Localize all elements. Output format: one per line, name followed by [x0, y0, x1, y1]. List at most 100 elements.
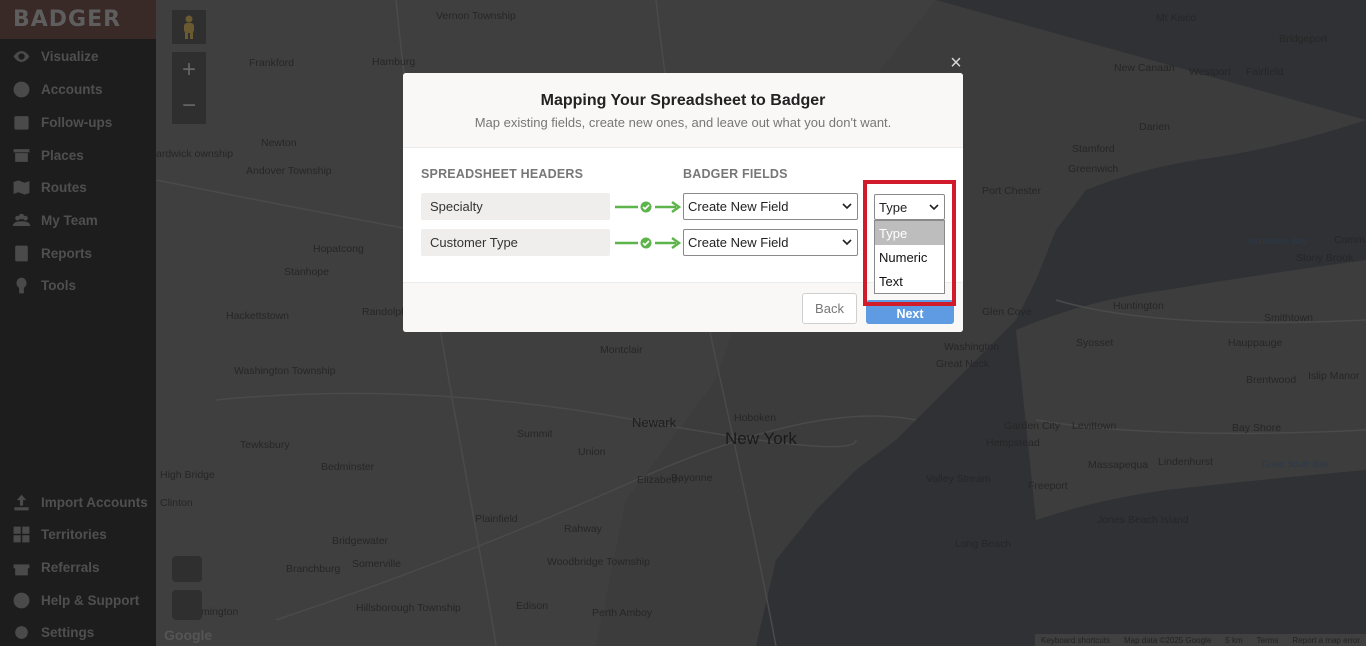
sidebar-item-places[interactable]: Places — [0, 140, 156, 170]
map-label: Andover Township — [246, 165, 332, 177]
sidebar-item-label: Territories — [41, 526, 107, 542]
mapping-arrow-icon — [615, 200, 682, 214]
map-label: Garden City — [1004, 420, 1061, 432]
spreadsheet-header-cell: Specialty — [421, 193, 610, 220]
store-icon — [11, 145, 31, 165]
grid-icon — [11, 524, 31, 544]
sidebar-item-visualize[interactable]: Visualize — [0, 41, 156, 71]
map-label: Tewksbury — [240, 439, 290, 451]
sidebar: BADGER Visualize Accounts Follow-ups Pla… — [0, 0, 156, 646]
map-label: Stanhope — [284, 266, 329, 278]
spreadsheet-header-cell: Customer Type — [421, 229, 610, 256]
field-type-select[interactable]: Type — [874, 194, 945, 220]
map-label: Hackettstown — [226, 310, 290, 322]
map-label: Perth Amboy — [592, 607, 653, 619]
badger-field-select[interactable]: Create New Field — [683, 229, 858, 256]
map-label: Great Neck — [936, 358, 990, 370]
google-logo: Google — [164, 627, 213, 643]
dropdown-option-type[interactable]: Type — [875, 221, 944, 245]
map-label: Hillsborough Township — [356, 602, 461, 614]
user-icon — [11, 79, 31, 99]
map-label: Levittown — [1072, 420, 1117, 432]
zoom-out-button[interactable]: − — [172, 88, 206, 124]
map-label: Clinton — [160, 497, 193, 509]
calendar-icon — [11, 112, 31, 132]
map-label: Smithtown Bay — [1247, 236, 1308, 246]
sidebar-item-label: Routes — [41, 179, 87, 195]
sidebar-item-reports[interactable]: Reports — [0, 238, 156, 268]
map-label: Washington Township — [234, 365, 336, 377]
map-label: Great South Bay — [1262, 459, 1329, 469]
street-view-pegman[interactable] — [172, 10, 206, 44]
map-label: Valley Stream — [926, 473, 991, 485]
next-button[interactable]: Next — [866, 300, 954, 324]
map-label: Jones Beach Island — [1097, 514, 1189, 526]
sidebar-item-label: Referrals — [41, 559, 100, 575]
map-label: New York — [725, 429, 797, 448]
map-compass-button[interactable] — [172, 590, 202, 620]
map-label: Bay Shore — [1232, 422, 1282, 434]
close-icon: × — [950, 52, 962, 74]
report-icon — [11, 243, 31, 263]
map-label: Branchburg — [286, 563, 341, 575]
sidebar-item-settings[interactable]: Settings — [0, 617, 156, 646]
badger-field-select[interactable]: Create New Field — [683, 193, 858, 220]
map-label: Newark — [632, 415, 677, 430]
spreadsheet-headers-heading: SPREADSHEET HEADERS — [421, 167, 584, 181]
zoom-in-button[interactable]: + — [172, 52, 206, 88]
map-label: Bayonne — [671, 472, 713, 484]
sidebar-item-territories[interactable]: Territories — [0, 519, 156, 549]
sidebar-item-import-accounts[interactable]: Import Accounts — [0, 487, 156, 517]
map-label: Newton — [261, 137, 297, 149]
map-label: Brentwood — [1246, 374, 1297, 386]
map-label: High Bridge — [160, 469, 215, 481]
map-footer: Keyboard shortcuts Map data ©2025 Google… — [1035, 634, 1366, 646]
terms-link[interactable]: Terms — [1257, 636, 1279, 645]
map-label: Islip Manor — [1308, 370, 1360, 382]
sidebar-item-tools[interactable]: Tools — [0, 270, 156, 300]
map-label: Glen Cove — [982, 306, 1032, 318]
map-label: Huntington — [1113, 300, 1164, 312]
map-label: Rahway — [564, 523, 602, 535]
map-label: New Canaan — [1114, 62, 1175, 74]
report-error-link[interactable]: Report a map error — [1292, 636, 1360, 645]
map-label: Vernon Township — [436, 10, 516, 22]
map-label: Massapequa — [1088, 459, 1149, 471]
map-label: Plainfield — [475, 513, 518, 525]
sidebar-item-label: Help & Support — [41, 592, 140, 608]
mapping-arrow-icon — [615, 236, 682, 250]
dropdown-option-text[interactable]: Text — [875, 269, 944, 293]
modal-title: Mapping Your Spreadsheet to Badger — [540, 92, 826, 109]
sidebar-item-label: Places — [41, 147, 84, 163]
map-label: Syosset — [1076, 337, 1114, 349]
sidebar-item-label: Settings — [41, 624, 95, 640]
sidebar-item-my-team[interactable]: My Team — [0, 205, 156, 235]
map-label: Commack — [1334, 234, 1366, 246]
sidebar-item-help-support[interactable]: Help & Support — [0, 585, 156, 615]
map-label: Bedminster — [321, 461, 375, 473]
badger-fields-heading: BADGER FIELDS — [683, 167, 788, 181]
eye-icon — [11, 46, 31, 66]
map-label: Hamburg — [372, 56, 416, 68]
keyboard-shortcuts-link[interactable]: Keyboard shortcuts — [1041, 636, 1110, 645]
modal-subtitle: Map existing fields, create new ones, an… — [474, 115, 892, 130]
close-modal-button[interactable]: × — [948, 52, 964, 74]
sidebar-item-follow-ups[interactable]: Follow-ups — [0, 107, 156, 137]
map-label: Hoboken — [734, 412, 777, 424]
map-label: Frankford — [249, 57, 294, 69]
dropdown-option-numeric[interactable]: Numeric — [875, 245, 944, 269]
sidebar-item-label: Visualize — [41, 48, 99, 64]
map-label: Port Chester — [982, 185, 1041, 197]
back-button[interactable]: Back — [802, 293, 857, 324]
sidebar-item-referrals[interactable]: Referrals — [0, 552, 156, 582]
map-layer-button[interactable] — [172, 556, 202, 582]
sidebar-item-accounts[interactable]: Accounts — [0, 74, 156, 104]
brand-logo[interactable]: BADGER — [0, 0, 156, 39]
map-label: Somerville — [352, 558, 402, 570]
map-label: mington — [201, 606, 239, 618]
sidebar-item-routes[interactable]: Routes — [0, 172, 156, 202]
map-label: Washington — [944, 341, 1000, 353]
map-label: Greenwich — [1068, 163, 1119, 175]
map-label: Randolph — [362, 306, 407, 318]
map-icon — [11, 177, 31, 197]
